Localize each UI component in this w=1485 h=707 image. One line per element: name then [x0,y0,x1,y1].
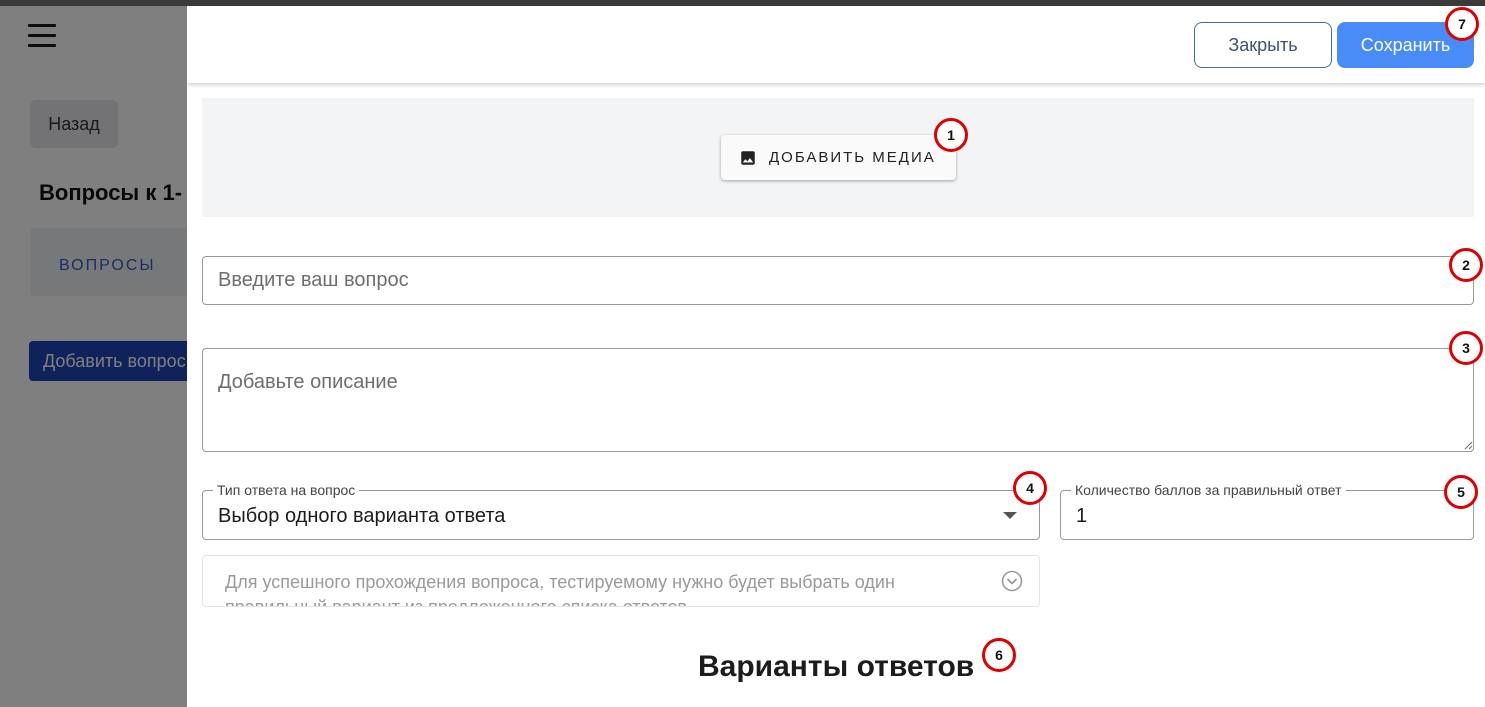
annotation-badge-7: 7 [1445,7,1479,41]
answer-type-label: Тип ответа на вопрос [213,482,360,498]
annotation-badge-1: 1 [934,118,968,152]
points-label: Количество баллов за правильный ответ [1071,482,1346,498]
media-area: ДОБАВИТЬ МЕДИА [202,98,1474,217]
annotation-badge-6: 6 [982,638,1016,672]
modal-header: Закрыть Сохранить [187,6,1485,83]
annotation-badge-3: 3 [1449,331,1483,365]
answers-section-title: Варианты ответов [698,650,975,683]
answer-type-hint[interactable]: Для успешного прохождения вопроса, тести… [202,555,1040,607]
chevron-circle-down-icon[interactable] [1001,570,1023,592]
annotation-badge-2: 2 [1449,248,1483,282]
answer-type-select[interactable]: Тип ответа на вопрос Выбор одного вариан… [202,482,1040,540]
annotation-badge-4: 4 [1013,471,1047,505]
caret-down-icon[interactable] [1003,512,1017,519]
add-media-label: ДОБАВИТЬ МЕДИА [769,149,936,166]
add-media-button[interactable]: ДОБАВИТЬ МЕДИА [721,135,956,180]
description-textarea[interactable] [202,348,1474,452]
close-button[interactable]: Закрыть [1194,22,1332,68]
answer-type-value: Выбор одного варианта ответа [218,505,506,527]
question-input[interactable] [202,256,1474,305]
points-field[interactable]: Количество баллов за правильный ответ 1 [1060,482,1474,540]
resize-grip-icon[interactable] [1463,440,1473,450]
hint-text: Для успешного прохождения вопроса, тести… [225,572,895,607]
annotation-badge-5: 5 [1444,475,1478,509]
image-icon [741,150,755,165]
points-value[interactable]: 1 [1076,505,1087,528]
question-modal: Закрыть Сохранить ДОБАВИТЬ МЕДИА Тип отв… [187,6,1485,707]
